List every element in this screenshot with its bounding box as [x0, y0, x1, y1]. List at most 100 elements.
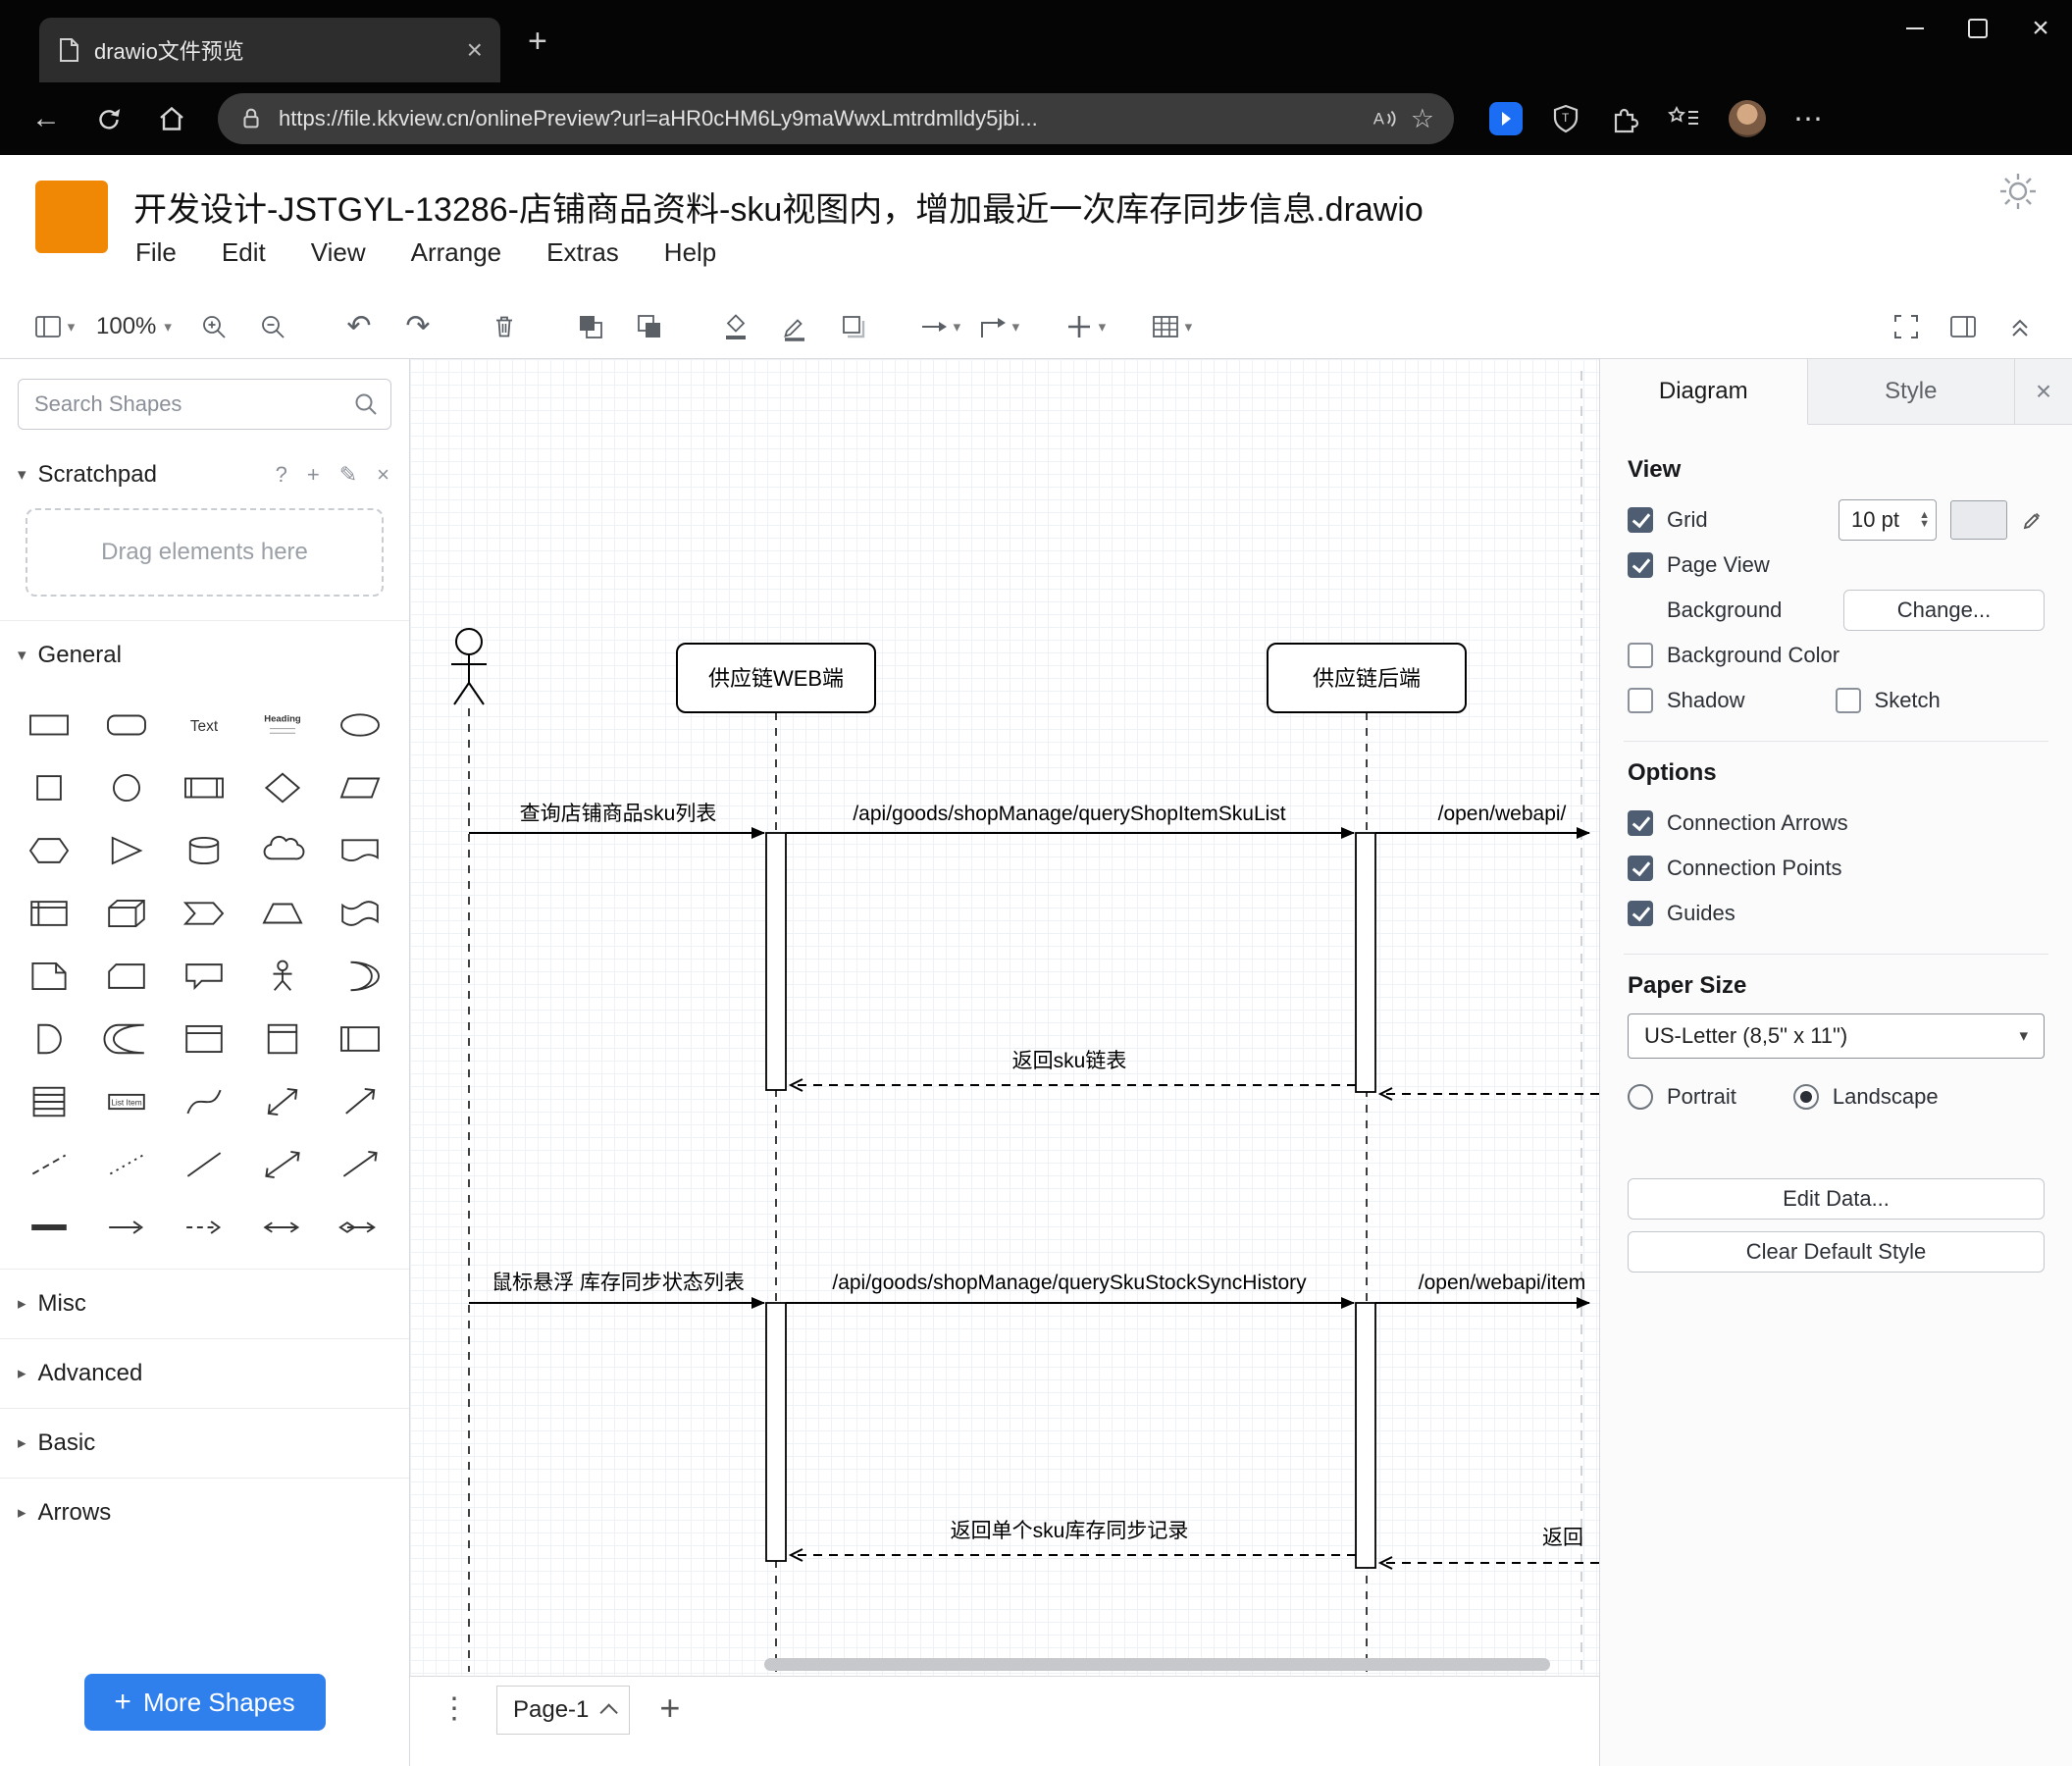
- section-basic[interactable]: ▸ Basic: [0, 1408, 409, 1478]
- page-view-checkbox[interactable]: [1628, 552, 1653, 578]
- clear-default-style-button[interactable]: Clear Default Style: [1628, 1231, 2045, 1273]
- shape-actor[interactable]: [243, 945, 321, 1008]
- grid-checkbox[interactable]: [1628, 507, 1653, 533]
- section-advanced[interactable]: ▸ Advanced: [0, 1338, 409, 1408]
- insert-icon[interactable]: ▾: [1059, 303, 1112, 350]
- search-input[interactable]: [18, 379, 391, 430]
- diagram-canvas[interactable]: 供应链WEB端 供应链后端 查询店铺商品sku列表 /api/goods/sho…: [410, 359, 1599, 1676]
- shape-parallelogram[interactable]: [322, 756, 399, 819]
- shape-container[interactable]: [166, 1008, 243, 1070]
- shape-dotted-line[interactable]: [87, 1133, 165, 1196]
- refresh-icon[interactable]: [82, 92, 135, 145]
- shape-line[interactable]: [166, 1133, 243, 1196]
- shape-rectangle[interactable]: [10, 694, 87, 756]
- shape-square[interactable]: [10, 756, 87, 819]
- participant-web[interactable]: 供应链WEB端: [676, 643, 876, 713]
- shape-note[interactable]: [10, 945, 87, 1008]
- table-icon[interactable]: ▾: [1145, 303, 1198, 350]
- shape-diamond-edge[interactable]: [322, 1196, 399, 1259]
- shape-circle[interactable]: [87, 756, 165, 819]
- connection-arrows-checkbox[interactable]: [1628, 810, 1653, 836]
- section-general[interactable]: ▾ General: [0, 620, 409, 690]
- shape-dashed-line[interactable]: [10, 1133, 87, 1196]
- browser-menu-icon[interactable]: ⋯: [1793, 102, 1825, 136]
- scratchpad-close-icon[interactable]: ×: [377, 462, 389, 488]
- search-icon[interactable]: [352, 390, 380, 423]
- connection-points-checkbox[interactable]: [1628, 856, 1653, 881]
- shape-hexagon[interactable]: [10, 819, 87, 882]
- message-label[interactable]: /open/webapi/: [1438, 803, 1567, 825]
- collapse-toolbar-icon[interactable]: [1994, 303, 2046, 350]
- shape-and[interactable]: [10, 1008, 87, 1070]
- shadow-checkbox[interactable]: [1628, 688, 1653, 713]
- background-color-checkbox[interactable]: [1628, 643, 1653, 668]
- delete-icon[interactable]: [478, 303, 531, 350]
- profile-avatar[interactable]: [1729, 100, 1766, 137]
- home-icon[interactable]: [145, 92, 198, 145]
- address-bar[interactable]: https://file.kkview.cn/onlinePreview?url…: [218, 93, 1454, 144]
- tab-close-icon[interactable]: ×: [467, 36, 483, 64]
- return-label[interactable]: 返回单个sku库存同步记录: [951, 1520, 1189, 1542]
- menu-edit[interactable]: Edit: [222, 237, 266, 268]
- pages-menu-icon[interactable]: ⋮: [432, 1686, 477, 1732]
- read-aloud-icon[interactable]: A: [1370, 105, 1397, 132]
- shape-list-item[interactable]: List Item: [87, 1070, 165, 1133]
- shape-bidirectional-arrow[interactable]: [243, 1070, 321, 1133]
- minimize-button[interactable]: [1884, 0, 1946, 57]
- page-tab[interactable]: Page-1: [496, 1686, 631, 1735]
- scratchpad-add-icon[interactable]: +: [307, 462, 320, 488]
- grid-size-input[interactable]: 10 pt ▲ ▼: [1839, 499, 1937, 541]
- shape-process[interactable]: [166, 756, 243, 819]
- shape-vertical-container[interactable]: [243, 1008, 321, 1070]
- shadow-icon[interactable]: [827, 303, 880, 350]
- shape-card[interactable]: [87, 945, 165, 1008]
- more-shapes-button[interactable]: + More Shapes: [83, 1674, 326, 1731]
- shape-triangle[interactable]: [87, 819, 165, 882]
- shape-cylinder[interactable]: [166, 819, 243, 882]
- favorite-star-icon[interactable]: ☆: [1411, 104, 1434, 134]
- connection-icon[interactable]: ▾: [913, 303, 966, 350]
- close-button[interactable]: ×: [2009, 0, 2072, 57]
- shape-text[interactable]: Text: [166, 694, 243, 756]
- view-panels-icon[interactable]: ▾: [27, 303, 80, 350]
- url-text[interactable]: https://file.kkview.cn/onlinePreview?url…: [279, 106, 1356, 131]
- add-page-button[interactable]: +: [649, 1686, 690, 1731]
- shape-cloud[interactable]: [243, 819, 321, 882]
- fill-color-icon[interactable]: [709, 303, 762, 350]
- return-label[interactable]: 返回sku链表: [1012, 1050, 1127, 1072]
- new-tab-button[interactable]: +: [528, 25, 547, 58]
- tab-style[interactable]: Style: [1808, 359, 2015, 424]
- participant-web-label[interactable]: 供应链WEB端: [708, 666, 844, 691]
- message-label[interactable]: /api/goods/shopManage/querySkuStockSyncH…: [832, 1272, 1307, 1294]
- shape-document[interactable]: [322, 819, 399, 882]
- grid-color-picker-icon[interactable]: [2021, 508, 2045, 532]
- section-arrows[interactable]: ▸ Arrows: [0, 1478, 409, 1547]
- browser-tab[interactable]: drawio文件预览 ×: [39, 18, 500, 82]
- menu-file[interactable]: File: [135, 237, 177, 268]
- activation-web-2[interactable]: [765, 1302, 787, 1562]
- guides-checkbox[interactable]: [1628, 901, 1653, 926]
- shape-callout[interactable]: [166, 945, 243, 1008]
- message-label[interactable]: /api/goods/shopManage/queryShopItemSkuLi…: [853, 803, 1285, 825]
- shape-rounded-rectangle[interactable]: [87, 694, 165, 756]
- stepper-icons[interactable]: ▲ ▼: [1913, 510, 1936, 530]
- scratchpad-help-icon[interactable]: ?: [276, 462, 287, 488]
- paper-size-select[interactable]: US-Letter (8,5" x 11") ▾: [1628, 1013, 2045, 1059]
- message-label[interactable]: 查询店铺商品sku列表: [520, 803, 717, 825]
- format-close-icon[interactable]: ×: [2015, 359, 2072, 424]
- shape-cube[interactable]: [87, 882, 165, 945]
- shape-link[interactable]: [10, 1196, 87, 1259]
- shape-tape[interactable]: [322, 882, 399, 945]
- menu-view[interactable]: View: [311, 237, 366, 268]
- landscape-radio[interactable]: [1792, 1084, 1819, 1110]
- to-back-icon[interactable]: [623, 303, 676, 350]
- to-front-icon[interactable]: [564, 303, 617, 350]
- maximize-button[interactable]: [1946, 0, 2009, 57]
- participant-backend-label[interactable]: 供应链后端: [1313, 666, 1421, 691]
- favorites-bar-icon[interactable]: [1668, 104, 1701, 133]
- shape-curve[interactable]: [166, 1070, 243, 1133]
- participant-backend[interactable]: 供应链后端: [1267, 643, 1467, 713]
- shape-list[interactable]: [10, 1070, 87, 1133]
- shape-textbox[interactable]: Heading: [243, 694, 321, 756]
- shape-directional-connector[interactable]: [322, 1133, 399, 1196]
